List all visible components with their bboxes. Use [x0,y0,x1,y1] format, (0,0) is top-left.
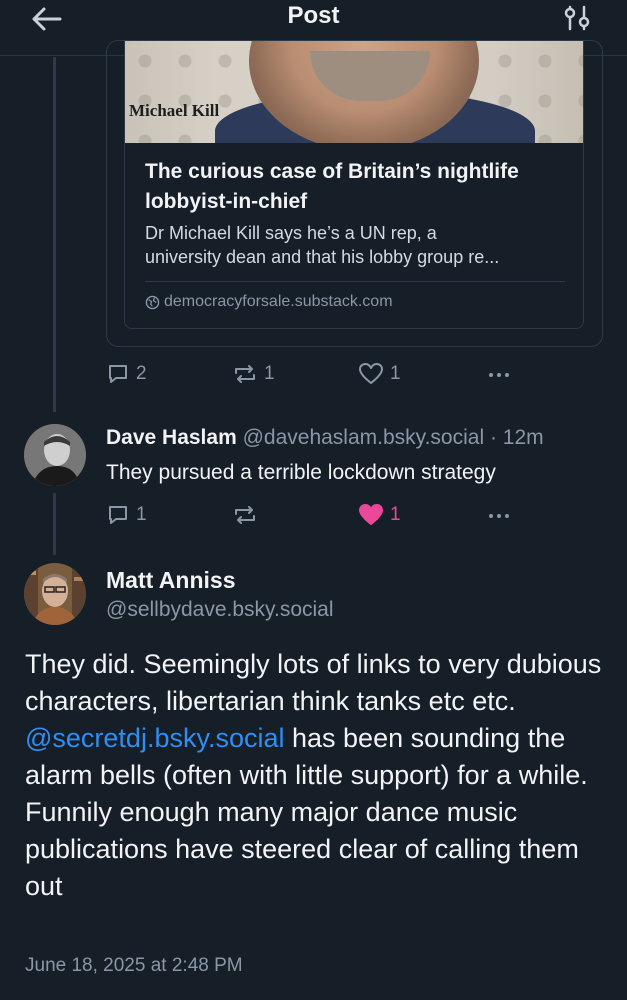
speech-bubble-icon [109,365,127,383]
post-text-part: They did. Seemingly lots of links to ver… [25,649,602,716]
sliders-icon [564,5,590,31]
ellipsis-icon [489,514,509,518]
heart-outline-icon [359,363,383,384]
reply-button[interactable]: 2 [106,362,147,386]
author-handle[interactable]: @davehaslam.bsky.social [243,426,485,449]
repost-button[interactable] [232,503,258,527]
quoted-post-actions: 2 1 1 [106,362,526,392]
repost-button[interactable]: 1 [232,362,275,386]
main-post-text: They did. Seemingly lots of links to ver… [25,646,605,905]
thumbnail-caption: Michael Kill [129,101,220,120]
reply-count: 2 [136,363,147,384]
author-name[interactable]: Dave Haslam [106,426,237,449]
post-time: · 12m [489,426,544,449]
reply-author-line: Dave Haslam @davehaslam.bsky.social · 12… [106,426,544,450]
profile-photo [24,563,86,625]
like-button[interactable]: 1 [358,362,401,386]
thread-line-top [53,57,56,412]
speech-bubble-icon [109,506,127,524]
more-options-button[interactable] [486,503,512,527]
like-count: 1 [390,504,401,525]
external-link-card-wrapper: Michael Kill The curious case of Britain… [106,40,603,347]
thread-settings-button[interactable] [562,4,592,32]
link-title: The curious case of Britain’s nightlife … [145,160,519,213]
repost-icon [235,506,255,524]
more-options-button[interactable] [486,362,512,386]
mention-link[interactable]: @secretdj.bsky.social [25,723,285,753]
like-count: 1 [390,363,401,384]
reply-post-text: They pursued a terrible lockdown strateg… [106,461,496,484]
external-link-card[interactable]: Michael Kill The curious case of Britain… [124,41,584,329]
heart-filled-icon [359,504,383,525]
like-button[interactable]: 1 [358,503,401,527]
link-description: Dr Michael Kill says he’s a UN rep, a un… [145,223,500,267]
ellipsis-icon [489,373,509,377]
link-domain: democracyforsale.substack.com [145,293,393,311]
globe-icon [145,295,160,309]
post-timestamp: June 18, 2025 at 2:48 PM [25,955,243,976]
page-title: Post [287,2,340,29]
author-handle[interactable]: @sellbydave.bsky.social [106,598,334,622]
link-thumbnail: Michael Kill [125,41,583,143]
link-divider [145,281,565,282]
avatar-matt-anniss[interactable] [24,563,86,625]
thread-line-middle [53,493,56,555]
author-name[interactable]: Matt Anniss [106,567,236,594]
reply-button[interactable]: 1 [106,503,147,527]
repost-icon [235,365,255,383]
reply-post-actions: 1 1 [106,503,526,533]
reply-count: 1 [136,504,147,525]
repost-count: 1 [264,363,275,384]
profile-photo [24,424,86,486]
avatar-dave-haslam[interactable] [24,424,86,486]
